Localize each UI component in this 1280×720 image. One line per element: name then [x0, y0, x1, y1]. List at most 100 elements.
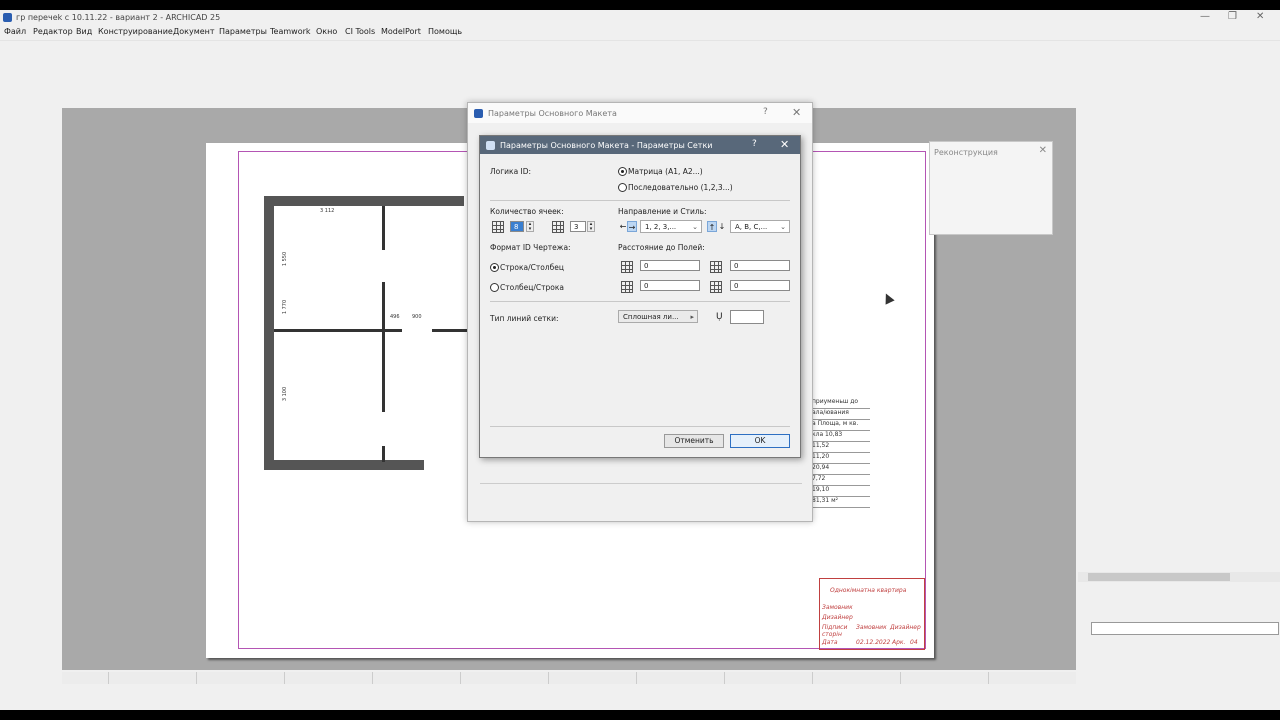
- radio-sequential[interactable]: [618, 183, 627, 192]
- menu-design[interactable]: Конструирование: [98, 27, 173, 36]
- arrow-down-icon[interactable]: ↓: [717, 221, 727, 232]
- outer-close-icon[interactable]: ✕: [792, 106, 801, 119]
- rows-count-input[interactable]: 3: [570, 221, 586, 232]
- menu-ci-tools[interactable]: CI Tools: [345, 27, 375, 36]
- numbering-style-select[interactable]: 1, 2, 3,... ⌄: [640, 220, 702, 233]
- close-icon[interactable]: ✕: [780, 138, 789, 151]
- stamp-client: Замовник: [822, 604, 853, 611]
- toolbar: [0, 40, 1280, 107]
- ok-button[interactable]: OK: [730, 434, 790, 448]
- divider: [490, 426, 790, 427]
- chevron-down-icon: ⌄: [692, 223, 698, 231]
- menu-teamwork[interactable]: Teamwork: [270, 27, 311, 36]
- dialog-title: Параметры Основного Макета - Параметры С…: [500, 141, 713, 150]
- menu-modelport[interactable]: ModelPort: [381, 27, 421, 36]
- rows-grid-icon: [552, 221, 564, 233]
- stamp-sheet-number: 04: [910, 639, 918, 646]
- direction-label: Направление и Стиль:: [618, 207, 707, 216]
- wall-inner-3: [274, 329, 402, 332]
- radio-sequential-label[interactable]: Последовательно (1,2,3...): [628, 183, 733, 192]
- stamp-date-label: Дата: [822, 639, 838, 646]
- dim-label: 1 770: [282, 299, 289, 315]
- line-type-select[interactable]: Сплошная ли... ▸: [618, 310, 698, 323]
- wall-inner-5: [382, 446, 385, 462]
- archicad-dialog-icon: [486, 141, 495, 150]
- margin-bottom-input[interactable]: 0: [640, 280, 700, 291]
- stamp-title: Однокімнатна квартира: [830, 587, 907, 594]
- margin-right-input[interactable]: 0: [730, 260, 790, 271]
- table-row: кла 10,83: [812, 431, 870, 442]
- margin-right-icon: [710, 261, 722, 273]
- minimize-button[interactable]: —: [1200, 11, 1210, 22]
- columns-count-input[interactable]: 8: [510, 221, 524, 232]
- stamp-designer-2: Дизайнер: [890, 624, 921, 631]
- margin-left-icon: [710, 281, 722, 293]
- renovation-close-icon[interactable]: ✕: [1039, 145, 1047, 156]
- margin-top-input[interactable]: 0: [640, 260, 700, 271]
- table-row: 81,31 м²: [812, 497, 870, 508]
- wall-inner-1: [382, 206, 385, 250]
- table-row: 19,10: [812, 486, 870, 497]
- outer-help-icon[interactable]: ?: [763, 107, 768, 117]
- wall-left: [264, 196, 274, 468]
- cells-label: Количество ячеек:: [490, 207, 564, 216]
- divider: [490, 301, 790, 302]
- status-bar: [62, 672, 1076, 684]
- radio-matrix-label[interactable]: Матрица (A1, A2...): [628, 167, 703, 176]
- pen-color-field[interactable]: [730, 310, 764, 324]
- margins-label: Расстояние до Полей:: [618, 243, 705, 252]
- letter-style-select[interactable]: A, B, C,... ⌄: [730, 220, 790, 233]
- radio-row-column[interactable]: [490, 263, 499, 272]
- stamp-sheet-label: Арк.: [892, 639, 906, 646]
- radio-row-column-label[interactable]: Строка/Столбец: [500, 263, 564, 272]
- cancel-button[interactable]: Отменить: [664, 434, 724, 448]
- table-row: 20,94: [812, 464, 870, 475]
- arrow-right-icon[interactable]: →: [627, 221, 637, 232]
- menu-window[interactable]: Окно: [316, 27, 337, 36]
- margin-bottom-icon: [621, 281, 633, 293]
- columns-stepper[interactable]: ▴ ▾: [526, 221, 534, 232]
- panel-input[interactable]: [1091, 622, 1279, 635]
- format-label: Формат ID Чертежа:: [490, 243, 571, 252]
- menu-document[interactable]: Документ: [173, 27, 215, 36]
- divider: [480, 483, 802, 484]
- id-logic-label: Логика ID:: [490, 167, 532, 176]
- radio-column-row-label[interactable]: Столбец/Строка: [500, 283, 564, 292]
- margin-left-input[interactable]: 0: [730, 280, 790, 291]
- dim-label: 3 100: [282, 386, 289, 402]
- menu-view[interactable]: Вид: [76, 27, 92, 36]
- table-row: ала/ювания: [812, 409, 870, 420]
- menu-edit[interactable]: Редактор: [33, 27, 73, 36]
- line-type-label: Тип линий сетки:: [490, 314, 559, 323]
- menu-options[interactable]: Параметры: [219, 27, 267, 36]
- arrow-up-icon[interactable]: ↑: [707, 221, 717, 232]
- margin-top-icon: [621, 261, 633, 273]
- table-row: 11,52: [812, 442, 870, 453]
- wall-top: [264, 196, 464, 206]
- menu-help[interactable]: Помощь: [428, 27, 462, 36]
- close-window-button[interactable]: ✕: [1256, 11, 1264, 22]
- menu-bar: Файл Редактор Вид Конструирование Докуме…: [0, 26, 1280, 40]
- radio-matrix[interactable]: [618, 167, 627, 176]
- archicad-dialog-icon: [474, 109, 483, 118]
- table-row: а Площа, м кв.: [812, 420, 870, 431]
- stamp-signatures: Підписи сторін: [822, 624, 848, 638]
- rows-stepper[interactable]: ▴ ▾: [587, 221, 595, 232]
- scrollbar-thumb[interactable]: [1088, 573, 1230, 581]
- dim-label: 1 550: [282, 251, 289, 267]
- letter-style-value: A, B, C,...: [735, 223, 768, 231]
- wall-bottom: [264, 460, 424, 470]
- stamp-date: 02.12.2022: [856, 639, 891, 646]
- grid-settings-dialog: Параметры Основного Макета - Параметры С…: [479, 135, 801, 458]
- help-icon[interactable]: ?: [752, 139, 757, 149]
- table-row: приуменьш до: [812, 398, 870, 409]
- menu-file[interactable]: Файл: [4, 27, 26, 36]
- panel-scrollbar[interactable]: [1078, 572, 1280, 582]
- radio-column-row[interactable]: [490, 283, 499, 292]
- restore-button[interactable]: ❐: [1228, 11, 1237, 22]
- renovation-palette: Реконструкция ✕: [929, 141, 1053, 235]
- title-block: Однокімнатна квартира Замовник Дизайнер …: [819, 578, 925, 650]
- renovation-title: Реконструкция: [934, 148, 998, 157]
- numbering-style-value: 1, 2, 3,...: [645, 223, 677, 231]
- stamp-client-2: Замовник: [856, 624, 887, 631]
